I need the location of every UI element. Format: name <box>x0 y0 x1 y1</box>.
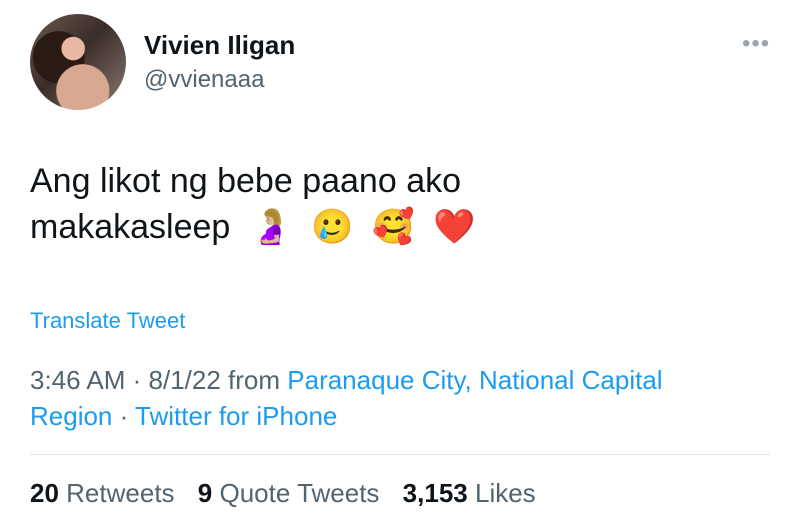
separator-dot: · <box>112 401 136 431</box>
engagement-stats: 20 Retweets 9 Quote Tweets 3,153 Likes <box>30 478 552 509</box>
retweets-count: 20 <box>30 478 59 508</box>
likes-label: Likes <box>474 478 536 508</box>
user-display-name[interactable]: Vivien Iligan <box>144 30 295 61</box>
tweet-date[interactable]: 8/1/22 <box>149 365 221 395</box>
tweet-text-line-2: makakasleep 🤰🏼 🥲 🥰 ❤️ <box>30 204 730 250</box>
tweet-text-word: makakasleep <box>30 208 231 246</box>
tweet-time[interactable]: 3:46 AM <box>30 365 125 395</box>
divider <box>30 454 770 455</box>
likes-count: 3,153 <box>402 478 468 508</box>
translate-tweet-link[interactable]: Translate Tweet <box>30 308 185 334</box>
tweet-metadata: 3:46 AM · 8/1/22 from Paranaque City, Na… <box>30 362 750 434</box>
quote-tweets-count: 9 <box>197 478 213 508</box>
source-link[interactable]: Twitter for iPhone <box>135 401 337 431</box>
quote-tweets-stat[interactable]: 9 Quote Tweets <box>198 478 380 508</box>
tweet-text-line-1: Ang likot ng bebe paano ako <box>30 162 462 200</box>
smiling-face-with-tear-emoji-icon: 🥲 <box>310 207 354 247</box>
smiling-face-with-hearts-emoji-icon: 🥰 <box>372 207 415 247</box>
quote-tweets-label: Quote Tweets <box>219 478 380 508</box>
emoji-group: 🤰🏼 🥲 🥰 ❤️ <box>250 204 484 250</box>
from-label: from <box>220 365 288 395</box>
avatar[interactable] <box>30 14 126 110</box>
retweets-label: Retweets <box>66 478 175 508</box>
more-options-icon[interactable]: ••• <box>742 30 770 58</box>
separator-dot: · <box>125 365 149 395</box>
red-heart-emoji-icon: ❤️ <box>433 207 476 247</box>
tweet-text: Ang likot ng bebe paano ako makakasleep … <box>30 158 730 250</box>
retweets-stat[interactable]: 20 Retweets <box>30 478 175 508</box>
user-handle[interactable]: @vvienaaa <box>144 66 264 94</box>
pregnant-woman-emoji-icon: 🤰🏼 <box>249 207 293 247</box>
likes-stat[interactable]: 3,153 Likes <box>403 478 536 508</box>
